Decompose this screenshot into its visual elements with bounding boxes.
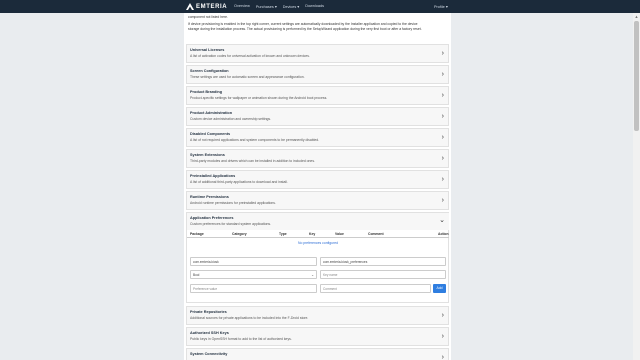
section-desc: Android runtime permissions for preinsta… <box>190 201 276 205</box>
col-category: Category <box>232 232 247 236</box>
section-desc: Public keys in OpenSSH format to add to … <box>190 337 292 341</box>
col-value: Value <box>335 232 344 236</box>
page-scrollbar[interactable]: ▲ <box>633 13 640 360</box>
section-disabled-components[interactable]: Disabled Components A list of not requir… <box>186 128 449 147</box>
type-select[interactable]: Bool ⌄ <box>190 270 317 279</box>
chevron-down-icon: ⌄ <box>439 217 445 224</box>
chevron-right-icon: › <box>441 176 444 183</box>
section-desc: A list of additional third-party applica… <box>190 180 288 184</box>
nav-overview[interactable]: Overview <box>234 4 250 9</box>
section-desc: Third-party modules and drivers which ca… <box>190 159 315 163</box>
section-desc: Custom preferences for standard system a… <box>190 222 272 226</box>
section-system-extensions[interactable]: System Extensions Third-party modules an… <box>186 149 449 168</box>
col-package: Package <box>190 232 204 236</box>
chevron-right-icon: › <box>441 155 444 162</box>
add-preference-button[interactable]: Add <box>433 284 446 293</box>
intro-text: component not listed here. If device pro… <box>188 15 448 34</box>
intro-line-1: component not listed here. <box>188 15 228 19</box>
section-desc: A list of activation codes for universal… <box>190 54 310 58</box>
chevron-right-icon: › <box>441 333 444 340</box>
chevron-right-icon: › <box>441 312 444 319</box>
section-title: Preinstalled Applications <box>190 174 236 178</box>
chevron-right-icon: › <box>441 50 444 57</box>
top-navbar: EMTERIA Overview Purchases ▾ Devices ▾ D… <box>0 0 640 13</box>
value-input[interactable] <box>190 284 317 293</box>
section-desc: Additional sources for private applicati… <box>190 316 309 320</box>
section-authorized-ssh-keys[interactable]: Authorized SSH Keys Public keys in OpenS… <box>186 327 449 346</box>
chevron-right-icon: › <box>441 71 444 78</box>
section-title: Disabled Components <box>190 132 231 136</box>
section-application-preferences: Application Preferences Custom preferenc… <box>186 212 449 303</box>
section-title: Screen Configuration <box>190 69 229 73</box>
comment-input[interactable] <box>320 284 431 293</box>
emteria-logo-icon <box>186 3 194 10</box>
section-title: System Connectivity <box>190 352 228 356</box>
brand-logo[interactable]: EMTERIA <box>186 3 227 10</box>
section-title: Private Repositories <box>190 310 227 314</box>
scroll-up-icon[interactable]: ▲ <box>634 14 639 19</box>
nav-purchases[interactable]: Purchases ▾ <box>256 4 277 9</box>
package-input[interactable] <box>190 257 317 266</box>
col-key: Key <box>309 232 316 236</box>
section-title: Authorized SSH Keys <box>190 331 229 335</box>
settings-content: component not listed here. If device pro… <box>184 13 451 360</box>
type-select-value: Bool <box>193 273 200 277</box>
section-title: Universal Licenses <box>190 48 225 52</box>
intro-line-3: storage during the installation process.… <box>188 26 422 31</box>
section-system-connectivity[interactable]: System Connectivity › <box>186 348 449 360</box>
section-title: Product Administration <box>190 111 233 115</box>
col-comment: Comment <box>368 232 384 236</box>
section-preinstalled-applications[interactable]: Preinstalled Applications A list of addi… <box>186 170 449 189</box>
section-universal-licenses[interactable]: Universal Licenses A list of activation … <box>186 44 449 63</box>
scrollbar-thumb[interactable] <box>634 21 639 131</box>
col-action: Action <box>438 232 449 236</box>
section-title: Application Preferences <box>190 216 234 220</box>
section-desc: Product-specific settings for wallpaper … <box>190 96 328 100</box>
section-title: Runtime Permissions <box>190 195 229 199</box>
category-input[interactable] <box>320 257 446 266</box>
section-private-repositories[interactable]: Private Repositories Additional sources … <box>186 306 449 325</box>
section-title: System Extensions <box>190 153 225 157</box>
chevron-right-icon: › <box>441 113 444 120</box>
empty-preferences-message: No preferences configured <box>298 241 338 245</box>
panel-header[interactable]: Application Preferences Custom preferenc… <box>187 213 449 230</box>
chevron-right-icon: › <box>441 197 444 204</box>
key-input[interactable] <box>320 270 446 279</box>
section-desc: A list of not required applications and … <box>190 138 320 142</box>
section-product-administration[interactable]: Product Administration Custom device adm… <box>186 107 449 126</box>
preferences-table-header: Package Category Type Key Value Comment … <box>187 231 449 238</box>
section-product-branding[interactable]: Product Branding Product-specific settin… <box>186 86 449 105</box>
section-desc: Custom device administration and ownersh… <box>190 117 272 121</box>
section-runtime-permissions[interactable]: Runtime Permissions Android runtime perm… <box>186 191 449 210</box>
section-screen-configuration[interactable]: Screen Configuration These settings are … <box>186 65 449 84</box>
section-title: Product Branding <box>190 90 223 94</box>
chevron-right-icon: › <box>441 134 444 141</box>
nav-devices[interactable]: Devices ▾ <box>283 4 299 9</box>
nav-profile-menu[interactable]: Profile ▾ <box>434 4 448 9</box>
section-desc: These settings are used for automatic sc… <box>190 75 305 79</box>
chevron-down-icon: ⌄ <box>311 273 314 277</box>
nav-links: Overview Purchases ▾ Devices ▾ Downloads <box>234 4 324 9</box>
chevron-right-icon: › <box>441 92 444 99</box>
col-type: Type <box>279 232 287 236</box>
brand-name: EMTERIA <box>196 3 228 10</box>
nav-downloads[interactable]: Downloads <box>305 4 324 9</box>
chevron-right-icon: › <box>441 354 444 360</box>
